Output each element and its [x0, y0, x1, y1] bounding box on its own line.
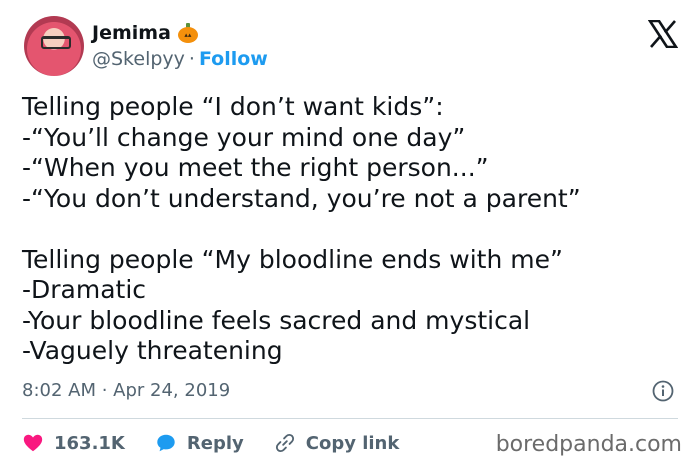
- tweet-line: Telling people “I don’t want kids”:: [22, 92, 444, 121]
- copy-link-button[interactable]: Copy link: [274, 432, 400, 454]
- heart-icon: [23, 434, 43, 452]
- tweet-line: -Your bloodline feels sacred and mystica…: [22, 305, 531, 335]
- author-name-row: Jemima ▴▴: [92, 22, 199, 44]
- tweet-line: Telling people “My bloodline ends with m…: [22, 244, 563, 274]
- tweet-line: [22, 214, 682, 245]
- tweet-line: -Vaguely threatening: [22, 336, 283, 365]
- divider: [22, 418, 678, 419]
- tweet-line: -Dramatic: [22, 275, 147, 304]
- author-handle[interactable]: @Skelpyy: [92, 48, 185, 70]
- pumpkin-icon: ▴▴: [177, 23, 199, 43]
- avatar[interactable]: [24, 16, 84, 76]
- reply-bubble-icon: [157, 434, 175, 452]
- copy-link-label: Copy link: [305, 432, 400, 454]
- tweet-line: -“When you meet the right person...”: [22, 153, 489, 182]
- reply-label: Reply: [186, 432, 244, 454]
- reply-button[interactable]: Reply: [155, 432, 244, 454]
- author-display-name[interactable]: Jemima: [92, 22, 171, 44]
- tweet-card: Jemima ▴▴ @Skelpyy · Follow Telling people…: [0, 0, 700, 471]
- tweet-text: Telling people “I don’t want kids”: -“Yo…: [22, 92, 682, 367]
- info-icon[interactable]: [652, 380, 674, 402]
- tweet-timestamp[interactable]: 8:02 AM · Apr 24, 2019: [22, 380, 230, 401]
- tweet-line: -“You’ll change your mind one day”: [22, 122, 466, 152]
- like-button[interactable]: 163.1K: [22, 432, 125, 454]
- link-icon: [275, 433, 294, 453]
- follow-button[interactable]: Follow: [199, 48, 268, 70]
- action-bar: 163.1K Reply Copy link: [22, 432, 429, 454]
- author-handle-row: @Skelpyy · Follow: [92, 48, 268, 70]
- handle-separator: ·: [188, 48, 195, 70]
- watermark: boredpanda.com: [495, 432, 682, 457]
- x-logo-icon[interactable]: [648, 20, 678, 48]
- tweet-line: -“You don’t understand, you’re not a par…: [22, 183, 581, 213]
- like-count: 163.1K: [54, 432, 125, 454]
